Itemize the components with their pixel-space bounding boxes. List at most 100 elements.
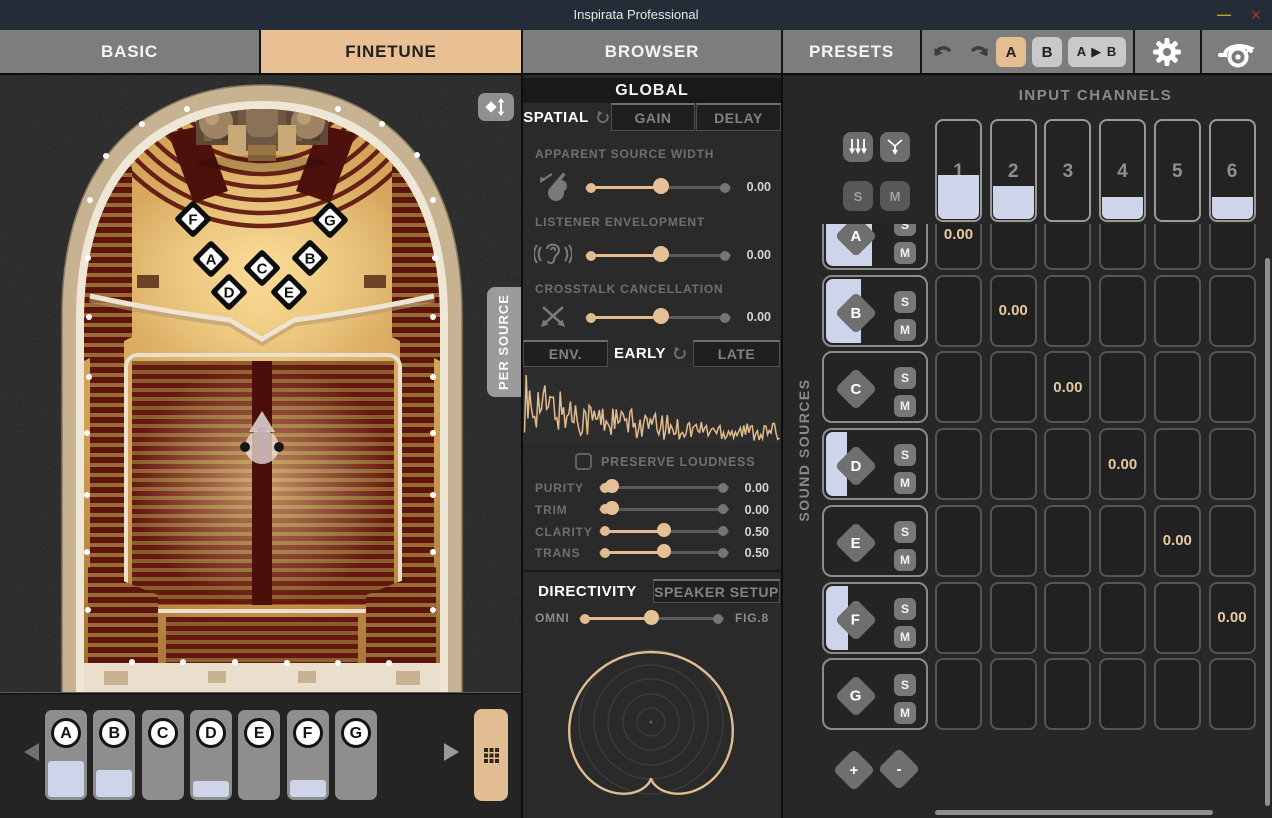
channel-meter-5[interactable]: 5 bbox=[1153, 119, 1201, 222]
tab-late[interactable]: LATE bbox=[693, 340, 780, 367]
global-solo-button[interactable]: S bbox=[843, 181, 873, 211]
source-row-F[interactable]: FSM bbox=[822, 581, 928, 654]
hall-zoom-toggle-button[interactable] bbox=[478, 93, 514, 121]
slider-handle[interactable] bbox=[657, 522, 671, 537]
source-card-F[interactable]: F bbox=[286, 710, 329, 800]
reset-icon[interactable] bbox=[672, 346, 687, 361]
matrix-cell-D2[interactable] bbox=[989, 428, 1037, 501]
row-mute-button[interactable]: M bbox=[894, 702, 916, 725]
tab-gain[interactable]: GAIN bbox=[611, 103, 695, 131]
source-row-E[interactable]: ESM bbox=[822, 504, 928, 577]
source-row-G[interactable]: GSM bbox=[822, 658, 928, 731]
source-row-C[interactable]: CSM bbox=[822, 351, 928, 424]
env-param-slider-clarity[interactable] bbox=[599, 522, 729, 540]
directivity-slider[interactable] bbox=[579, 609, 724, 627]
matrix-cell-E5[interactable]: 0.00 bbox=[1153, 504, 1201, 577]
strip-scroll-right-arrow[interactable] bbox=[444, 743, 459, 761]
gear-icon[interactable] bbox=[1151, 36, 1183, 68]
matrix-cell-G3[interactable] bbox=[1044, 658, 1092, 731]
matrix-cell-B2[interactable]: 0.00 bbox=[989, 274, 1037, 347]
env-param-slider-trans[interactable] bbox=[599, 543, 729, 561]
row-solo-button[interactable]: S bbox=[894, 674, 916, 697]
tab-delay[interactable]: DELAY bbox=[696, 103, 781, 131]
route-all-down-button[interactable] bbox=[843, 132, 873, 162]
merge-routing-button[interactable] bbox=[880, 132, 910, 162]
matrix-view-button[interactable] bbox=[474, 709, 508, 801]
matrix-cell-G1[interactable] bbox=[935, 658, 982, 731]
matrix-vertical-scrollbar[interactable] bbox=[1265, 258, 1270, 806]
tab-early[interactable]: EARLY bbox=[609, 340, 692, 367]
row-mute-button[interactable]: M bbox=[894, 318, 916, 341]
tab-finetune[interactable]: FINETUNE bbox=[261, 30, 521, 73]
source-card-C[interactable]: C bbox=[141, 710, 184, 800]
matrix-cell-F5[interactable] bbox=[1153, 581, 1201, 654]
row-mute-button[interactable]: M bbox=[894, 625, 916, 648]
matrix-cell-G4[interactable] bbox=[1099, 658, 1147, 731]
matrix-cell-C3[interactable]: 0.00 bbox=[1044, 351, 1092, 424]
matrix-cell-C4[interactable] bbox=[1099, 351, 1147, 424]
matrix-cell-D5[interactable] bbox=[1153, 428, 1201, 501]
matrix-cell-D3[interactable] bbox=[1044, 428, 1092, 501]
matrix-cell-C2[interactable] bbox=[989, 351, 1037, 424]
tab-env-[interactable]: ENV. bbox=[523, 340, 608, 367]
row-mute-button[interactable]: M bbox=[894, 472, 916, 495]
channel-meter-2[interactable]: 2 bbox=[989, 119, 1037, 222]
global-mute-button[interactable]: M bbox=[880, 181, 910, 211]
slider-handle[interactable] bbox=[605, 479, 620, 493]
source-card-G[interactable]: G bbox=[334, 710, 377, 800]
matrix-cell-E3[interactable] bbox=[1044, 504, 1092, 577]
slider-handle[interactable] bbox=[652, 246, 669, 262]
copy-a-to-b-button[interactable]: A ▶ B bbox=[1068, 37, 1126, 67]
matrix-cell-E2[interactable] bbox=[989, 504, 1037, 577]
spatial-slider-0[interactable] bbox=[585, 178, 731, 196]
source-row-B[interactable]: BSM bbox=[822, 274, 928, 347]
wet-signal-icon[interactable] bbox=[1217, 35, 1257, 71]
matrix-cell-E4[interactable] bbox=[1099, 504, 1147, 577]
matrix-cell-B4[interactable] bbox=[1099, 274, 1147, 347]
source-card-A[interactable]: A bbox=[45, 710, 87, 800]
strip-scroll-left-arrow[interactable] bbox=[24, 743, 39, 761]
matrix-cell-D4[interactable]: 0.00 bbox=[1099, 428, 1147, 501]
per-source-tab[interactable]: PER SOURCE bbox=[487, 287, 521, 397]
row-mute-button[interactable]: M bbox=[894, 548, 916, 571]
channel-meter-1[interactable]: 1 bbox=[935, 119, 982, 222]
ab-slot-a-button[interactable]: A bbox=[996, 37, 1026, 67]
matrix-cell-E1[interactable] bbox=[935, 504, 982, 577]
matrix-cell-C1[interactable] bbox=[935, 351, 982, 424]
matrix-cell-C5[interactable] bbox=[1153, 351, 1201, 424]
row-solo-button[interactable]: S bbox=[894, 520, 916, 543]
tab-spatial[interactable]: SPATIAL bbox=[523, 103, 610, 131]
slider-handle[interactable] bbox=[644, 609, 659, 625]
matrix-cell-E6[interactable] bbox=[1208, 504, 1256, 577]
matrix-cell-B5[interactable] bbox=[1153, 274, 1201, 347]
matrix-cell-C6[interactable] bbox=[1208, 351, 1256, 424]
matrix-cell-F3[interactable] bbox=[1044, 581, 1092, 654]
spatial-slider-1[interactable] bbox=[585, 246, 731, 264]
matrix-cell-G5[interactable] bbox=[1153, 658, 1201, 731]
env-param-slider-purity[interactable] bbox=[599, 478, 729, 496]
tab-directivity[interactable]: DIRECTIVITY bbox=[523, 579, 652, 603]
slider-handle[interactable] bbox=[657, 544, 671, 559]
matrix-cell-B3[interactable] bbox=[1044, 274, 1092, 347]
matrix-horizontal-scrollbar[interactable] bbox=[935, 810, 1213, 815]
matrix-cell-G6[interactable] bbox=[1208, 658, 1256, 731]
tab-presets[interactable]: PRESETS bbox=[783, 30, 920, 73]
source-card-B[interactable]: B bbox=[93, 710, 136, 800]
preserve-loudness-checkbox[interactable] bbox=[575, 453, 592, 470]
channel-meter-6[interactable]: 6 bbox=[1208, 119, 1256, 222]
source-card-D[interactable]: D bbox=[189, 710, 232, 800]
slider-handle[interactable] bbox=[652, 308, 669, 324]
row-solo-button[interactable]: S bbox=[894, 444, 916, 467]
matrix-cell-D6[interactable] bbox=[1208, 428, 1256, 501]
matrix-cell-F6[interactable]: 0.00 bbox=[1208, 581, 1256, 654]
channel-meter-3[interactable]: 3 bbox=[1044, 119, 1092, 222]
undo-icon[interactable] bbox=[932, 41, 958, 63]
spatial-slider-2[interactable] bbox=[585, 308, 731, 326]
slider-handle[interactable] bbox=[605, 500, 620, 515]
minimize-button[interactable]: — bbox=[1212, 0, 1236, 30]
tab-browser[interactable]: BROWSER bbox=[523, 30, 781, 73]
row-mute-button[interactable]: M bbox=[894, 395, 916, 418]
tab-speaker-setup[interactable]: SPEAKER SETUP bbox=[653, 579, 780, 603]
matrix-cell-B1[interactable] bbox=[935, 274, 982, 347]
row-solo-button[interactable]: S bbox=[894, 290, 916, 313]
